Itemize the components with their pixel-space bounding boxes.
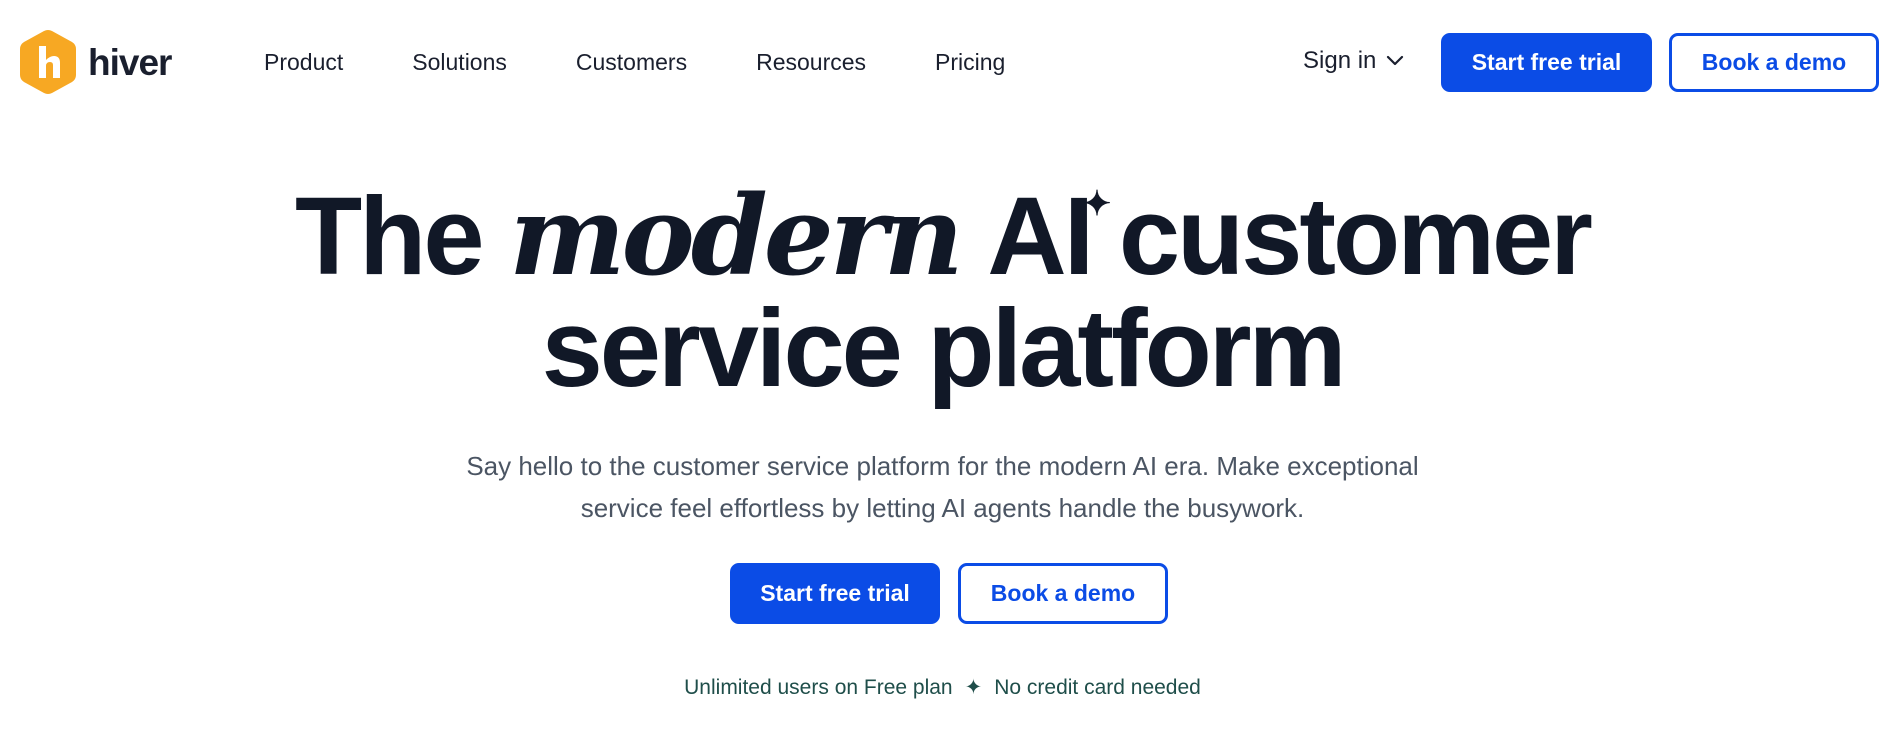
hero-title-line-2: service platform xyxy=(541,287,1347,410)
chevron-down-icon xyxy=(1387,55,1404,66)
hero-title-modern: modern xyxy=(509,171,964,300)
hero-subtitle-line-1: Say hello to the customer service platfo… xyxy=(466,451,1419,481)
hero-subtitle: Say hello to the customer service platfo… xyxy=(0,445,1885,529)
brand-name: hiver xyxy=(88,41,172,83)
sparkle-separator-icon: ✦ xyxy=(964,676,983,699)
note-unlimited-users: Unlimited users on Free plan xyxy=(684,676,953,699)
hero-book-demo-button[interactable]: Book a demo xyxy=(958,563,1168,624)
nav-item-customers[interactable]: Customers xyxy=(576,46,687,78)
hero-start-trial-button[interactable]: Start free trial xyxy=(730,563,940,624)
hero-subtitle-line-2: service feel effortless by letting AI ag… xyxy=(580,493,1305,523)
nav-item-pricing[interactable]: Pricing xyxy=(935,46,1005,78)
sign-in-label: Sign in xyxy=(1303,47,1377,74)
hero-title-customer: customer xyxy=(1118,175,1593,298)
hiver-logo[interactable]: hiver xyxy=(18,28,172,96)
nav-item-product[interactable]: Product xyxy=(264,46,343,78)
hero-title-ai-wrap: AI ✦ xyxy=(987,181,1111,293)
hero-note: Unlimited users on Free plan ✦ No credit c… xyxy=(0,675,1885,700)
header-start-trial-button[interactable]: Start free trial xyxy=(1441,33,1652,92)
hero-title-line-1: The modern AI ✦ customer xyxy=(0,180,1885,293)
hero-title-the: The xyxy=(294,175,485,298)
hiver-logo-icon xyxy=(20,30,76,94)
hero-title: The modern AI ✦ customer service platform xyxy=(0,180,1885,405)
site-header: hiver Product Solutions Customers Resour… xyxy=(0,0,1885,126)
nav-item-solutions[interactable]: Solutions xyxy=(412,46,507,78)
main-nav: Product Solutions Customers Resources Pr… xyxy=(264,46,1074,78)
sparkle-icon: ✦ xyxy=(1082,185,1112,223)
nav-item-resources[interactable]: Resources xyxy=(756,46,866,78)
sign-in-dropdown[interactable]: Sign in xyxy=(1303,47,1404,75)
header-book-demo-button[interactable]: Book a demo xyxy=(1669,33,1879,92)
hero-title-ai: AI xyxy=(987,175,1094,298)
note-no-credit-card: No credit card needed xyxy=(994,676,1201,699)
